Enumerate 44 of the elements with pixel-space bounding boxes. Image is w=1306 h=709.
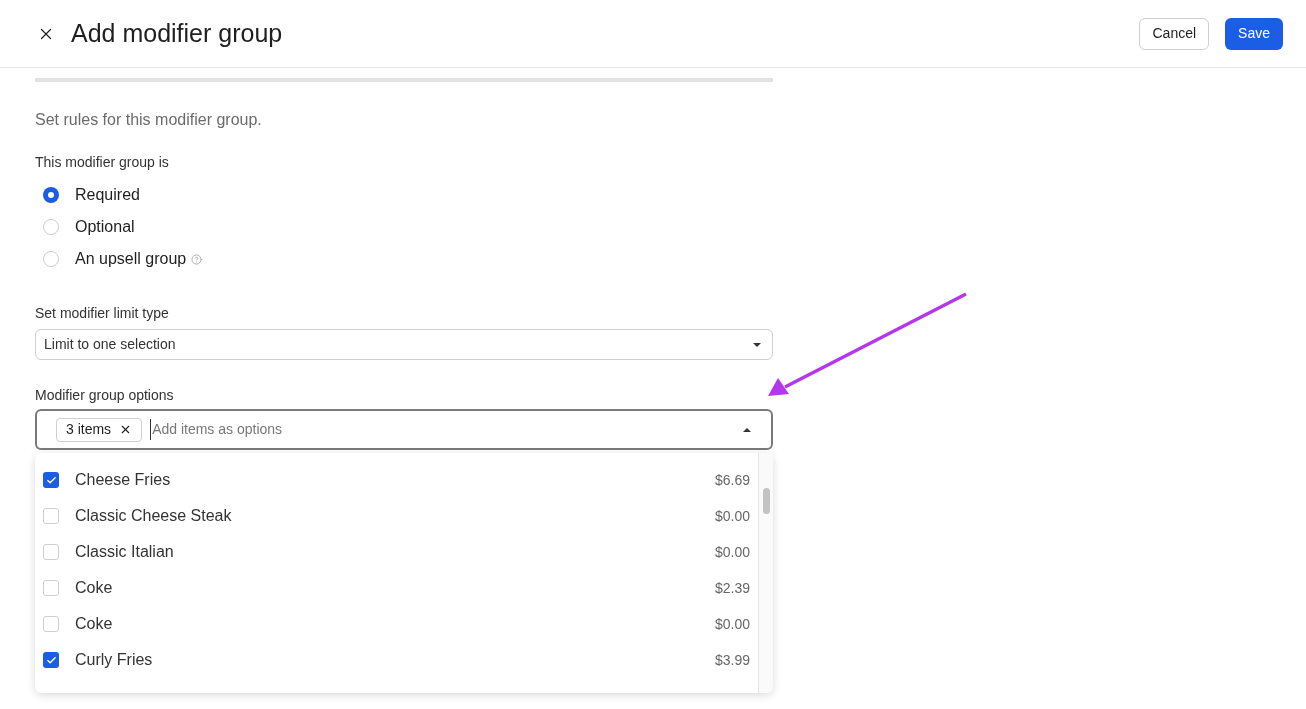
save-button[interactable]: Save — [1225, 17, 1283, 50]
caret-down-icon — [753, 342, 761, 347]
option-price: $0.00 — [714, 542, 750, 562]
checkbox[interactable] — [43, 652, 59, 668]
field-label: Modifier group options — [35, 386, 175, 405]
cancel-button[interactable]: Cancel — [1139, 17, 1210, 50]
scrollbar[interactable] — [758, 453, 773, 693]
option-row[interactable]: Coke $0.00 — [35, 606, 758, 642]
checkbox[interactable] — [43, 508, 59, 524]
add-items-input[interactable]: Add items as options — [150, 419, 743, 440]
section-description: Set rules for this modifier group. — [35, 110, 263, 130]
option-name: Curly Fries — [75, 650, 153, 670]
option-row[interactable]: Curly Fries $3.99 — [35, 642, 758, 678]
option-name: Classic Italian — [75, 542, 174, 562]
option-row[interactable]: Classic Cheese Steak $0.00 — [35, 498, 758, 534]
limit-type-select[interactable]: Limit to one selection — [35, 329, 773, 360]
radio-label: An upsell group — [75, 249, 187, 269]
radio-label: Required — [75, 185, 140, 205]
checkbox[interactable] — [43, 616, 59, 632]
selection-chip[interactable]: 3 items — [56, 417, 143, 442]
help-icon[interactable] — [191, 253, 203, 265]
radio-button[interactable] — [43, 187, 59, 203]
option-price: $0.00 — [714, 614, 750, 634]
field-label: Set modifier limit type — [35, 304, 170, 323]
radio-label: Optional — [75, 217, 135, 237]
option-price: $3.99 — [714, 650, 750, 670]
option-name: Coke — [75, 578, 113, 598]
checkmark-icon — [45, 474, 57, 486]
option-price: $6.69 — [714, 470, 750, 490]
field-label: This modifier group is — [35, 153, 170, 172]
option-row[interactable]: Coke $2.39 — [35, 570, 758, 606]
checkmark-icon — [45, 654, 57, 666]
option-price: $2.39 — [714, 578, 750, 598]
options-multiselect[interactable]: 3 items Add items as options — [35, 409, 773, 450]
checkbox[interactable] — [43, 544, 59, 560]
option-row[interactable]: Cheese Fries $6.69 — [35, 462, 758, 498]
page-title: Add modifier group — [71, 17, 283, 49]
checkbox[interactable] — [43, 580, 59, 596]
option-name: Classic Cheese Steak — [75, 506, 232, 526]
option-name: Cheese Fries — [75, 470, 171, 490]
option-price: $0.00 — [714, 506, 750, 526]
checkbox[interactable] — [43, 472, 59, 488]
option-row[interactable]: Classic Italian $0.00 — [35, 534, 758, 570]
option-name: Coke — [75, 614, 113, 634]
